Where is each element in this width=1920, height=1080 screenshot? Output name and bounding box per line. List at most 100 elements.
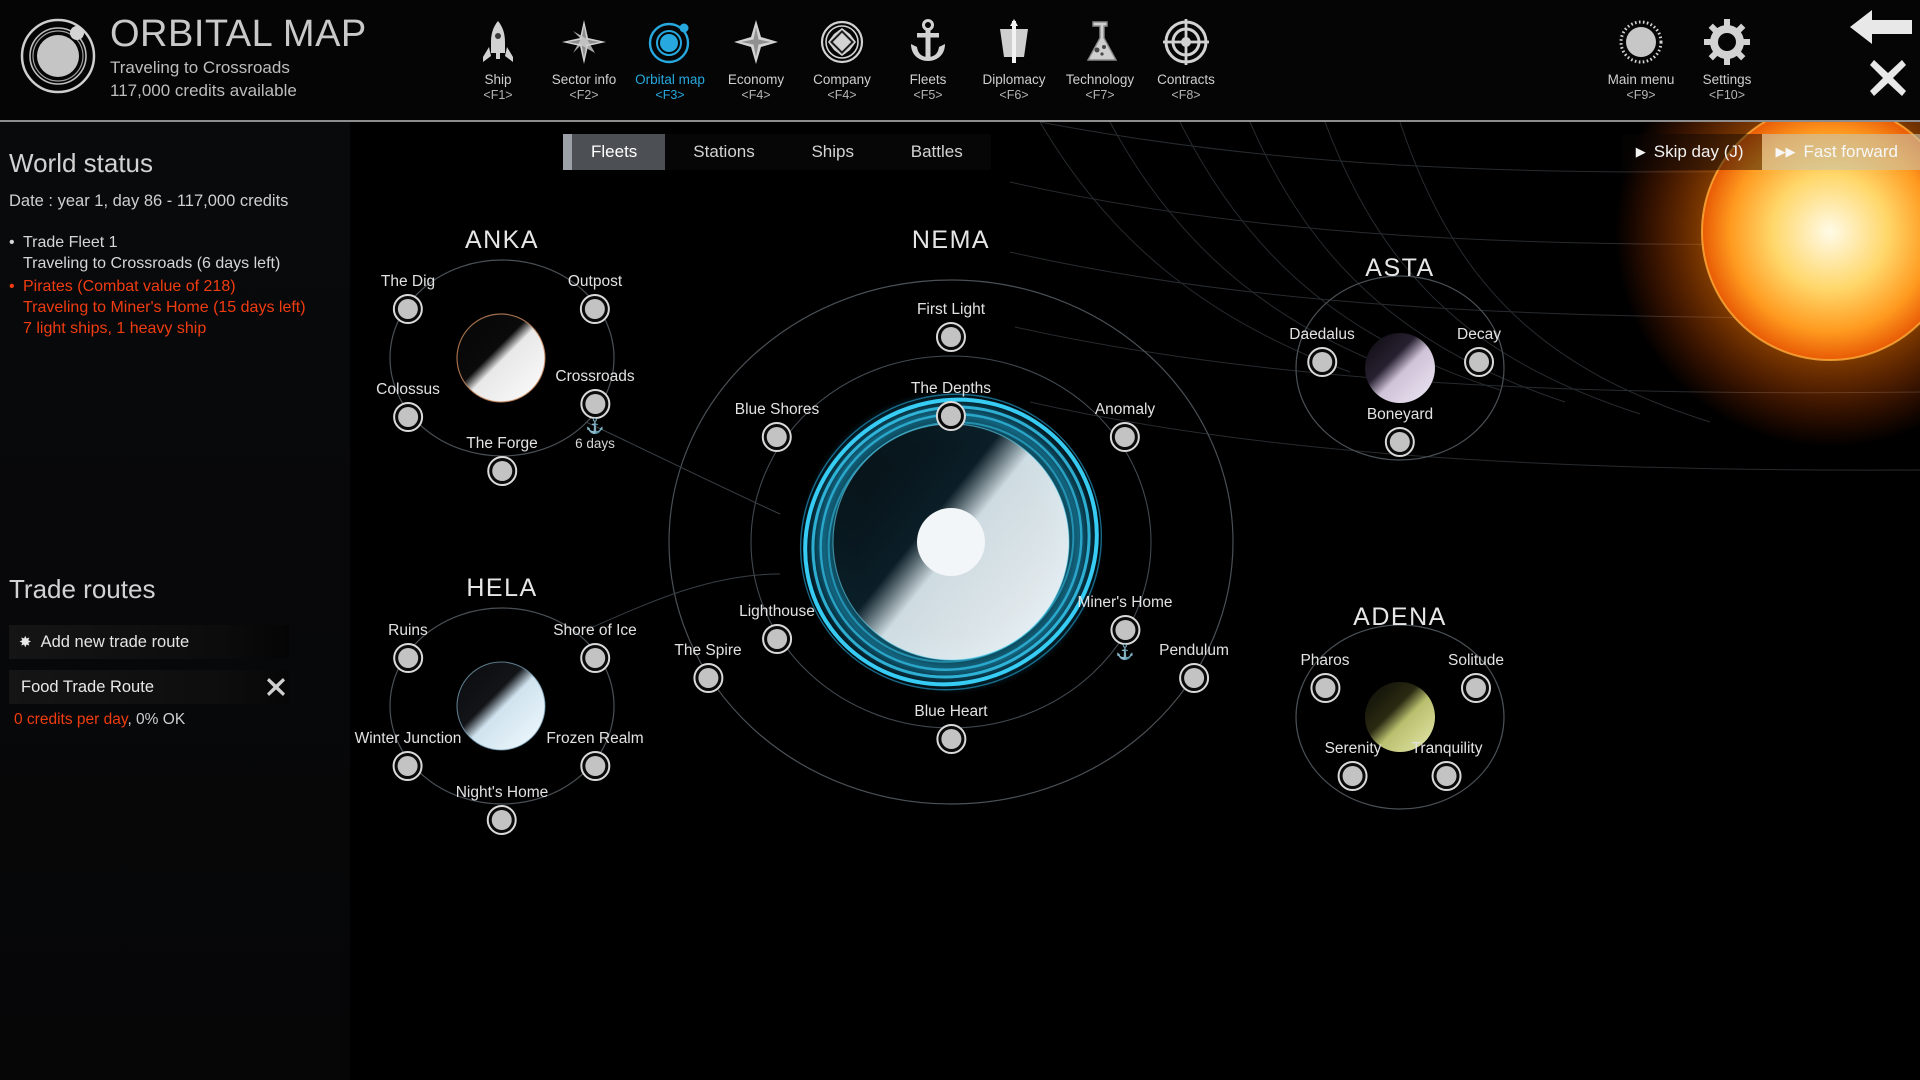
nav-key: <F5> (913, 88, 943, 102)
node-label: The Forge (466, 435, 538, 452)
nav-item-settings[interactable]: Settings <F10> (1684, 8, 1770, 112)
station-marker-icon (1460, 673, 1491, 703)
add-trade-route-button[interactable]: ✸ Add new trade route (9, 625, 289, 659)
nav-label: Main menu (1607, 72, 1675, 87)
rocket-icon (479, 16, 517, 68)
back-arrow-icon[interactable] (1850, 6, 1912, 53)
skip-day-label: Skip day (J) (1653, 142, 1744, 161)
map-node-blue-heart[interactable]: Blue Heart (914, 702, 988, 754)
node-label: The Depths (910, 380, 992, 397)
title-block: ORBITAL MAP Traveling to Crossroads 117,… (110, 12, 367, 102)
station-marker-icon (1307, 347, 1337, 377)
trade-route-stats: 0 credits per day, 0% OK (14, 711, 185, 729)
map-node-tranquility[interactable]: Tranquility (1412, 739, 1482, 791)
tab-ships[interactable]: Ships (783, 134, 883, 170)
map-node-ruins[interactable]: Ruins (388, 621, 428, 673)
node-eta: 6 days (575, 436, 615, 451)
map-node-blue-shores[interactable]: Blue Shores (735, 400, 819, 452)
nav-key: <F4> (741, 88, 771, 102)
node-label: Night's Home (455, 784, 549, 801)
nav-item-technology[interactable]: Technology <F7> (1057, 8, 1143, 112)
station-marker-icon (1432, 761, 1462, 791)
nav-key: <F10> (1708, 88, 1746, 102)
nav-key: <F3> (655, 88, 685, 102)
nav-item-economy[interactable]: Economy <F4> (713, 8, 799, 112)
map-node-outpost[interactable]: Outpost (568, 272, 622, 324)
nav-item-fleets[interactable]: Fleets <F5> (885, 8, 971, 112)
gear-icon (1704, 16, 1750, 68)
node-label: Decay (1457, 326, 1501, 343)
nav-key: <F4> (827, 88, 857, 102)
orbital-map-canvas[interactable]: ANKA HELA NEMA ASTA ADENA The Dig Outpos… (350, 122, 1920, 1080)
station-marker-icon (935, 401, 966, 431)
map-node-the-forge[interactable]: The Forge (466, 434, 538, 486)
station-marker-icon (486, 456, 517, 486)
map-node-the-dig[interactable]: The Dig (381, 272, 435, 324)
map-node-solitude[interactable]: Solitude (1448, 651, 1504, 703)
node-label: Shore of Ice (553, 622, 637, 639)
map-filter-tabs: Fleets Stations Ships Battles (563, 134, 991, 170)
map-node-crossroads[interactable]: Crossroads ⚓ 6 days (555, 367, 634, 452)
nav-item-contracts[interactable]: Contracts <F8> (1143, 8, 1229, 112)
fleet-status-item[interactable]: • Trade Fleet 1 Traveling to Crossroads (… (9, 232, 349, 274)
fleet-status-item-hostile[interactable]: • Pirates (Combat value of 218) Traveling… (9, 276, 349, 339)
map-node-daedalus[interactable]: Daedalus (1289, 325, 1355, 377)
date-credits-line: Date : year 1, day 86 - 117,000 credits (9, 192, 289, 210)
map-node-pharos[interactable]: Pharos (1300, 651, 1350, 703)
station-marker-icon (1338, 761, 1368, 791)
node-label: Colossus (376, 381, 440, 398)
play-icon: ▶ (1635, 144, 1646, 159)
map-node-decay[interactable]: Decay (1457, 325, 1501, 377)
map-node-nights-home[interactable]: Night's Home (455, 783, 549, 835)
station-marker-icon (392, 751, 423, 781)
nav-item-diplomacy[interactable]: Diplomacy <F6> (971, 8, 1057, 112)
nav-item-ship[interactable]: Ship <F1> (455, 8, 541, 112)
node-label: Blue Shores (734, 401, 820, 418)
target-icon (1163, 16, 1209, 68)
fleet-name: Pirates (Combat value of 218) (23, 278, 236, 295)
fast-forward-button[interactable]: ▶▶ Fast forward (1761, 134, 1920, 170)
station-marker-icon (393, 294, 423, 324)
map-node-anomaly[interactable]: Anomaly (1095, 400, 1155, 452)
secondary-nav-group: Main menu <F9> Settings <F10> (1598, 8, 1770, 112)
tab-battles[interactable]: Battles (883, 134, 991, 170)
map-node-shore-of-ice[interactable]: Shore of Ice (553, 621, 637, 673)
map-node-serenity[interactable]: Serenity (1325, 739, 1381, 791)
map-node-boneyard[interactable]: Boneyard (1367, 405, 1433, 457)
close-icon[interactable] (1868, 58, 1908, 103)
nav-item-main-menu[interactable]: Main menu <F9> (1598, 8, 1684, 112)
tab-label: Battles (910, 142, 963, 161)
trade-route-item[interactable]: Food Trade Route (9, 670, 289, 704)
nav-label: Technology (1065, 72, 1135, 87)
fleet-name-row: • Pirates (Combat value of 218) (9, 276, 349, 297)
map-node-colossus[interactable]: Colossus (376, 380, 440, 432)
nav-item-sector-info[interactable]: Sector info <F2> (541, 8, 627, 112)
map-node-winter-junction[interactable]: Winter Junction (355, 729, 461, 781)
fleet-status: Traveling to Crossroads (6 days left) (23, 255, 281, 272)
node-label: Daedalus (1289, 326, 1355, 343)
nav-item-orbital-map[interactable]: Orbital map <F3> (627, 8, 713, 112)
tab-fleets[interactable]: Fleets (563, 134, 666, 170)
main-menu-dial-icon (1618, 16, 1664, 68)
nav-label: Fleets (909, 72, 947, 87)
top-navigation-bar: ORBITAL MAP Traveling to Crossroads 117,… (0, 0, 1920, 122)
map-node-the-depths[interactable]: The Depths (911, 379, 991, 431)
page-title: ORBITAL MAP (110, 13, 367, 55)
tab-stations[interactable]: Stations (665, 134, 782, 170)
tab-label: Fleets (591, 142, 638, 161)
delete-trade-route-button[interactable] (262, 670, 290, 704)
skip-day-button[interactable]: ▶ Skip day (J) (1621, 134, 1762, 170)
node-label: Frozen Realm (546, 730, 644, 747)
left-sidebar: World status Date : year 1, day 86 - 117… (0, 122, 350, 1080)
ship-status-line: Traveling to Crossroads (110, 58, 290, 77)
map-node-pendulum[interactable]: Pendulum (1159, 641, 1229, 693)
map-node-frozen-realm[interactable]: Frozen Realm (546, 729, 644, 781)
diplomacy-icon (992, 16, 1036, 68)
nav-label: Orbital map (635, 72, 705, 87)
time-controls: ▶ Skip day (J) ▶▶ Fast forward (1621, 134, 1920, 170)
map-node-lighthouse[interactable]: Lighthouse (739, 602, 815, 654)
map-node-the-spire[interactable]: The Spire (674, 641, 742, 693)
station-marker-icon (580, 294, 610, 324)
map-node-first-light[interactable]: First Light (917, 300, 985, 352)
nav-item-company[interactable]: Company <F4> (799, 8, 885, 112)
